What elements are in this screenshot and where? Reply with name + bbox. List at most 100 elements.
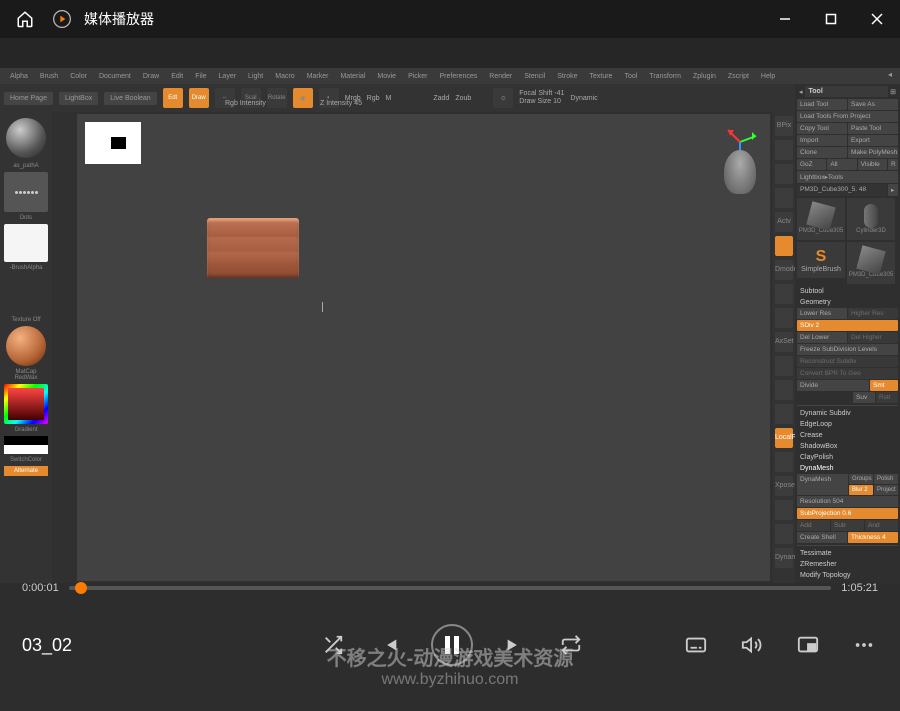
tool-header[interactable]: Tool: [805, 86, 889, 97]
subtool-header[interactable]: Subtool: [797, 286, 898, 297]
zbrush-head-icon[interactable]: [724, 150, 756, 194]
viewport[interactable]: [77, 114, 770, 581]
rtool-8[interactable]: [775, 308, 793, 328]
menu-layer[interactable]: Layer: [219, 73, 237, 80]
rtool-5[interactable]: [775, 236, 793, 256]
zcut-label[interactable]: Zoub: [455, 95, 471, 102]
load-tool-button[interactable]: Load Tool: [797, 99, 847, 110]
subtitle-button[interactable]: [682, 631, 710, 659]
repeat-button[interactable]: [557, 631, 585, 659]
resolution-slider[interactable]: Resolution 504: [797, 496, 898, 507]
tool-thumb-cube[interactable]: PM3D_Cube305: [797, 198, 845, 240]
menu-movie[interactable]: Movie: [377, 73, 396, 80]
seek-thumb[interactable]: [75, 582, 87, 594]
goz-button[interactable]: GoZ: [797, 159, 826, 170]
geometry-header[interactable]: Geometry: [797, 297, 898, 308]
dynamic-label[interactable]: Dynamic: [570, 95, 597, 102]
menu-stencil[interactable]: Stencil: [524, 73, 545, 80]
subprojection-slider[interactable]: SubProjection 0.6: [797, 508, 898, 519]
del-lower-button[interactable]: Del Lower: [797, 332, 847, 343]
edit-mode-button[interactable]: Edt: [163, 88, 183, 108]
menu-texture[interactable]: Texture: [589, 73, 612, 80]
focal-icon[interactable]: ⊙: [493, 88, 513, 108]
menu-alpha[interactable]: Alpha: [10, 73, 28, 80]
focal-shift[interactable]: Focal Shift -41: [519, 90, 564, 98]
menu-color[interactable]: Color: [70, 73, 87, 80]
dynamesh-header[interactable]: DynaMesh: [797, 463, 898, 474]
brush-preview[interactable]: [6, 118, 46, 158]
copy-tool-button[interactable]: Copy Tool: [797, 123, 847, 134]
rgb-label[interactable]: Rgb: [367, 95, 380, 102]
minimize-button[interactable]: [762, 0, 808, 38]
close-button[interactable]: [854, 0, 900, 38]
zadd-label[interactable]: Zadd: [433, 95, 449, 102]
draw-size[interactable]: Draw Size 10: [519, 98, 564, 106]
switch-color[interactable]: [4, 436, 48, 454]
reference-thumbnail[interactable]: [85, 122, 141, 164]
menu-file[interactable]: File: [195, 73, 206, 80]
menu-stroke[interactable]: Stroke: [557, 73, 577, 80]
visible-button[interactable]: Visible: [858, 159, 887, 170]
stroke-dots[interactable]: [4, 172, 48, 212]
z-intensity[interactable]: Z Intensity 45: [320, 100, 362, 107]
rtool-1[interactable]: [775, 140, 793, 160]
m-label[interactable]: M: [386, 95, 392, 102]
volume-button[interactable]: [738, 631, 766, 659]
make-polymesh-button[interactable]: Make PolyMesh3D: [848, 147, 898, 158]
divide-button[interactable]: Divide: [797, 380, 869, 391]
tab-liveboolean[interactable]: Live Boolean: [104, 92, 156, 105]
rtool-11[interactable]: [775, 380, 793, 400]
menu-light[interactable]: Light: [248, 73, 263, 80]
tab-home[interactable]: Home Page: [4, 92, 53, 105]
import-button[interactable]: Import: [797, 135, 847, 146]
menu-macro[interactable]: Macro: [275, 73, 294, 80]
sdiv-slider[interactable]: SDiv 2: [797, 320, 898, 331]
menu-tool[interactable]: Tool: [624, 73, 637, 80]
dynamesh-button[interactable]: DynaMesh: [797, 474, 848, 495]
rtool-3[interactable]: [775, 188, 793, 208]
color-picker[interactable]: [4, 384, 48, 424]
menu-transform[interactable]: Transform: [649, 73, 681, 80]
rotate-mode-button[interactable]: Rotate: [267, 88, 287, 108]
menu-brush[interactable]: Brush: [40, 73, 58, 80]
rtool-9[interactable]: AxSet: [775, 332, 793, 352]
rtool-16[interactable]: [775, 500, 793, 520]
tool-thumb-cylinder[interactable]: Cylinder3D: [847, 198, 895, 240]
save-as-button[interactable]: Save As: [848, 99, 898, 110]
material-preview[interactable]: [6, 326, 46, 366]
export-button[interactable]: Export: [848, 135, 898, 146]
menu-draw[interactable]: Draw: [143, 73, 159, 80]
rtool-18[interactable]: Dynamic: [775, 548, 793, 568]
rtool-14[interactable]: [775, 452, 793, 472]
rgb-intensity[interactable]: Rgb Intensity: [225, 100, 266, 107]
rtool-10[interactable]: [775, 356, 793, 376]
pause-button[interactable]: [431, 624, 473, 666]
rtool-13[interactable]: LocalFB: [775, 428, 793, 448]
menu-zscript[interactable]: Zscript: [728, 73, 749, 80]
menu-picker[interactable]: Picker: [408, 73, 427, 80]
more-button[interactable]: [850, 631, 878, 659]
mini-player-button[interactable]: [794, 631, 822, 659]
tool-thumb-cube2[interactable]: PM3D_Cube305: [847, 242, 895, 284]
seek-track[interactable]: [69, 586, 832, 590]
rtool-6[interactable]: Dmode: [775, 260, 793, 280]
paste-tool-button[interactable]: Paste Tool: [848, 123, 898, 134]
rtool-0[interactable]: BPix: [775, 116, 793, 136]
menu-material[interactable]: Material: [340, 73, 365, 80]
brush-alpha[interactable]: [4, 224, 48, 262]
all-button[interactable]: All: [827, 159, 856, 170]
menu-document[interactable]: Document: [99, 73, 131, 80]
rtool-2[interactable]: [775, 164, 793, 184]
menu-zplugin[interactable]: Zplugin: [693, 73, 716, 80]
texture-off[interactable]: [4, 274, 48, 314]
clone-button[interactable]: Clone: [797, 147, 847, 158]
menu-preferences[interactable]: Preferences: [440, 73, 478, 80]
tab-lightbox[interactable]: LightBox: [59, 92, 98, 105]
shuffle-button[interactable]: [319, 631, 347, 659]
rtool-7[interactable]: [775, 284, 793, 304]
menu-edit[interactable]: Edit: [171, 73, 183, 80]
rtool-4[interactable]: Actv: [775, 212, 793, 232]
prev-button[interactable]: [375, 631, 403, 659]
mesh-name[interactable]: PM3D_Cube300_5. 48: [797, 184, 887, 196]
lower-res-button[interactable]: Lower Res: [797, 308, 847, 319]
